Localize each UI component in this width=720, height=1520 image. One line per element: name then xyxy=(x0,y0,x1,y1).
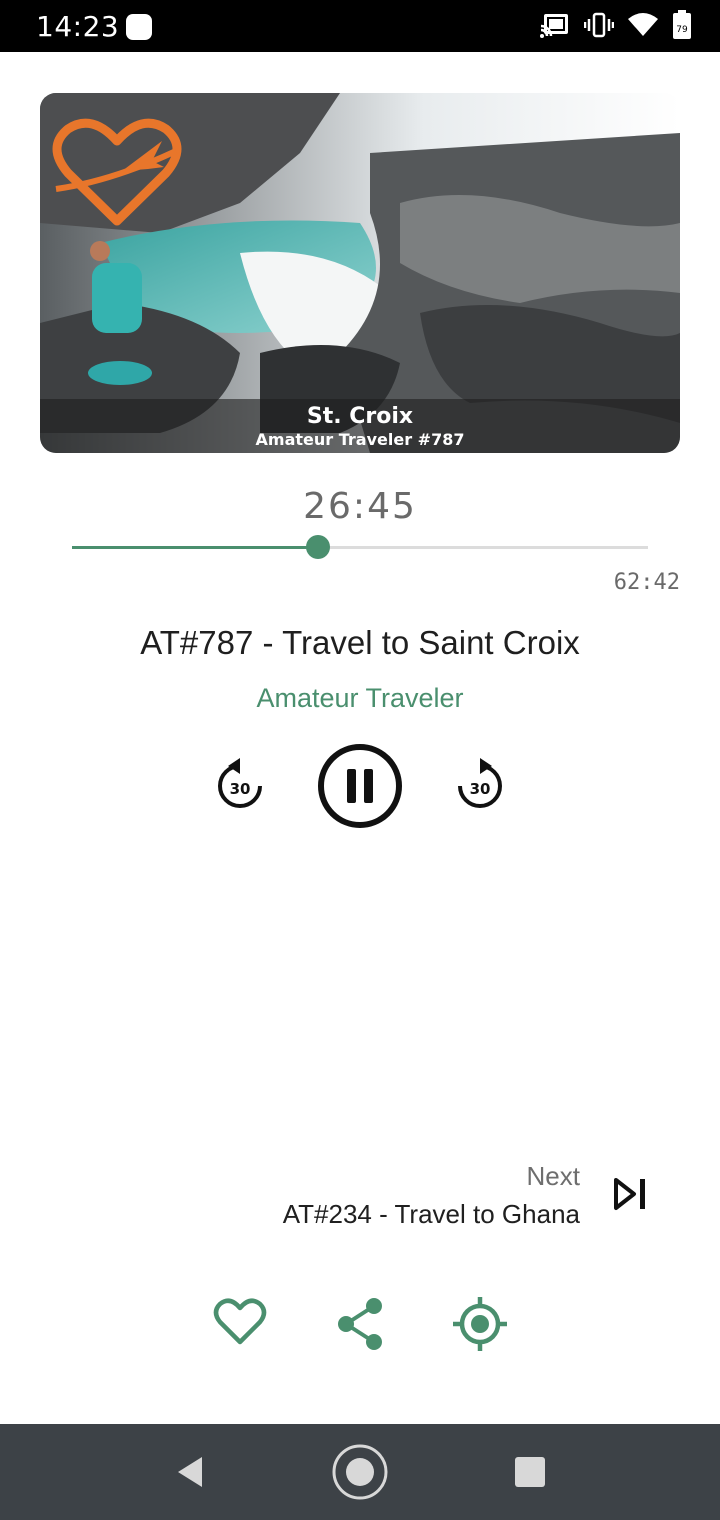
status-time: 14:23 xyxy=(36,10,120,43)
battery-level: 79 xyxy=(676,25,688,35)
vibrate-icon xyxy=(584,12,614,38)
next-label: Next xyxy=(526,1161,580,1191)
battery-icon: 79 xyxy=(673,10,691,39)
skip-next-button[interactable] xyxy=(612,1176,648,1217)
system-nav-bar xyxy=(0,1424,720,1520)
artwork-title: St. Croix xyxy=(306,404,414,429)
episode-title: AT#787 - Travel to Saint Croix xyxy=(140,624,580,661)
share-icon xyxy=(338,1298,382,1350)
status-icons: 79 xyxy=(540,10,692,40)
skip-next-icon xyxy=(614,1178,645,1210)
podcast-logo-icon xyxy=(52,118,182,226)
person-figure xyxy=(88,361,152,385)
nav-back-button[interactable] xyxy=(160,1424,220,1520)
rewind-30-icon: 30 xyxy=(218,758,262,808)
wifi-icon xyxy=(628,13,658,36)
nav-home-button[interactable] xyxy=(330,1424,390,1520)
artwork-subtitle: Amateur Traveler #787 xyxy=(255,430,465,449)
forward-30-icon: 30 xyxy=(458,758,502,808)
forward-30-button[interactable]: 30 xyxy=(454,756,506,819)
pause-button[interactable] xyxy=(316,742,404,835)
episode-artwork: St. Croix Amateur Traveler #787 xyxy=(40,93,680,453)
rewind-seconds: 30 xyxy=(230,780,251,798)
total-duration: 62:42 xyxy=(613,570,680,595)
nav-recents-button[interactable] xyxy=(500,1424,560,1520)
seek-bar-thumb[interactable] xyxy=(305,535,330,559)
status-bar: 14:23 79 xyxy=(0,0,720,52)
forward-seconds: 30 xyxy=(470,780,491,798)
next-episode-title[interactable]: AT#234 - Travel to Ghana xyxy=(283,1199,580,1230)
back-triangle-icon xyxy=(178,1457,202,1487)
locate-icon xyxy=(453,1297,507,1351)
share-button[interactable] xyxy=(334,1296,386,1357)
rewind-30-button[interactable]: 30 xyxy=(214,756,266,819)
elapsed-time: 26:45 xyxy=(303,486,417,527)
locate-button[interactable] xyxy=(452,1296,508,1357)
heart-icon xyxy=(213,1298,267,1345)
notification-icon xyxy=(126,14,152,40)
home-circle-icon xyxy=(332,1444,388,1500)
seek-bar[interactable] xyxy=(72,535,648,559)
favorite-button[interactable] xyxy=(212,1296,268,1353)
pause-icon xyxy=(318,744,402,828)
cast-icon xyxy=(540,14,568,38)
podcast-name[interactable]: Amateur Traveler xyxy=(0,683,720,714)
recents-square-icon xyxy=(515,1457,545,1487)
seek-bar-progress xyxy=(72,546,318,549)
